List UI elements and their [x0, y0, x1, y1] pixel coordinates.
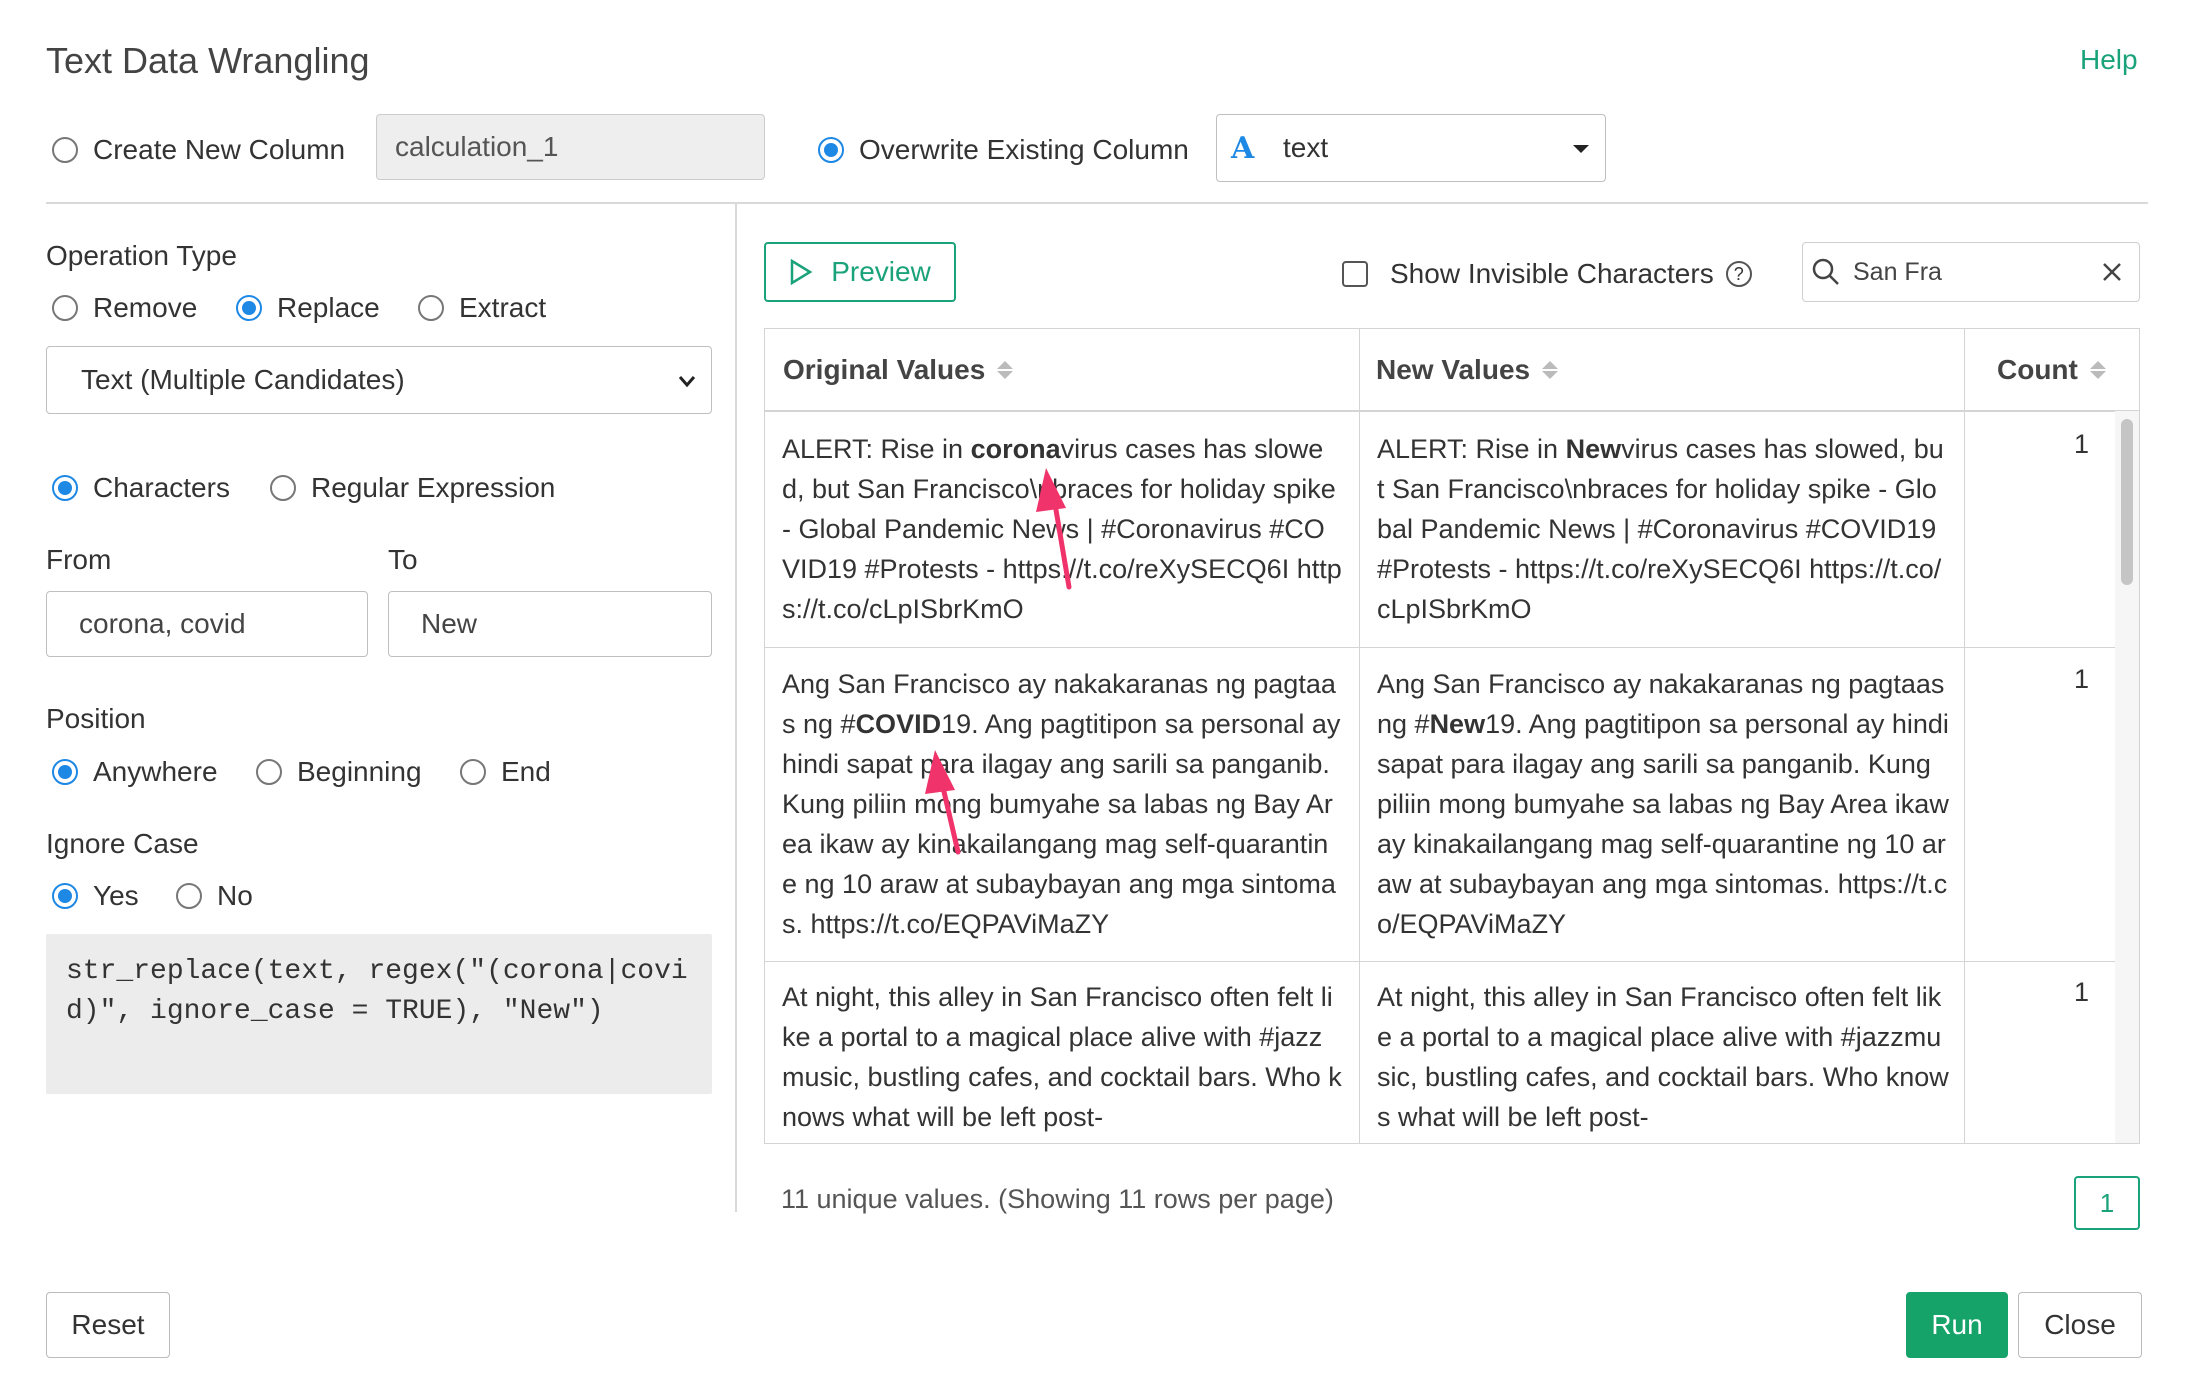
close-button[interactable]: Close [2018, 1292, 2142, 1358]
annotation-arrows [925, 468, 1072, 855]
annotation-arrow [925, 750, 961, 855]
annotation-arrow [1036, 468, 1072, 590]
page-button-1[interactable]: 1 [2074, 1176, 2140, 1230]
run-button[interactable]: Run [1906, 1292, 2008, 1358]
pagination-summary: 11 unique values. (Showing 11 rows per p… [781, 1184, 1334, 1214]
reset-button[interactable]: Reset [46, 1292, 170, 1358]
